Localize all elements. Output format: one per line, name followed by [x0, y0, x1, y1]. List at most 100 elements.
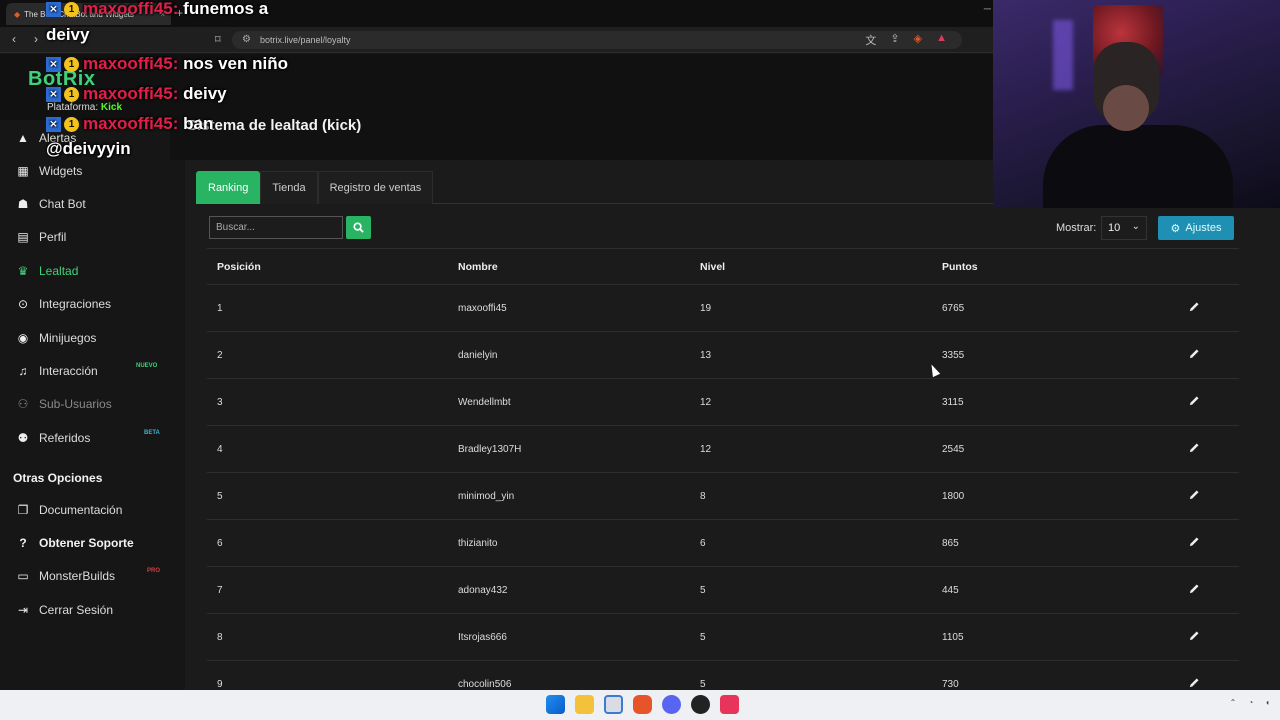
music-icon: ♫ [18, 364, 28, 378]
sidebar-item-monsterbuilds[interactable]: ▭ MonsterBuilds [16, 566, 115, 586]
site-settings-icon[interactable]: ⚙ [242, 34, 251, 45]
edit-pencil-icon[interactable] [1189, 677, 1200, 691]
window-controls: ─ [984, 4, 991, 15]
chat-username: maxooffi45: [83, 114, 179, 133]
edit-pencil-icon[interactable] [1189, 583, 1200, 597]
store-icon[interactable] [604, 695, 623, 714]
tiktok-live-icon[interactable] [720, 695, 739, 714]
column-header-nivel[interactable]: Nivel [700, 261, 725, 273]
tab-ranking[interactable]: Ranking [196, 171, 261, 204]
edit-pencil-icon[interactable] [1189, 536, 1200, 550]
file-explorer-icon[interactable] [575, 695, 594, 714]
sidebar-item-label: Lealtad [39, 264, 79, 278]
column-header-puntos[interactable]: Puntos [942, 261, 978, 273]
network-icon[interactable]: ◔ [1248, 698, 1253, 707]
level-badge-icon: 1 [64, 87, 79, 102]
settings-button[interactable]: ⚙ Ajustes [1158, 216, 1234, 240]
th-icon: ▦ [17, 164, 29, 178]
chat-text: nos ven niño [183, 54, 288, 73]
table-row: 2 danielyin 13 3355 [207, 332, 1239, 379]
volume-icon[interactable]: ◖ [1265, 698, 1270, 707]
cell-nivel: 5 [700, 631, 706, 643]
share-icon[interactable]: ⇪ [890, 32, 899, 48]
cell-nombre: Wendellmbt [458, 396, 511, 408]
search-input[interactable] [209, 216, 343, 239]
address-bar-actions: 文 ⇪ ◈ ▲ [865, 32, 947, 48]
sidebar-item-chat-bot[interactable]: ☗ Chat Bot [16, 194, 86, 214]
page-size-value: 10 [1108, 222, 1121, 234]
cell-nivel: 5 [700, 584, 706, 596]
table-row: 7 adonay432 5 445 [207, 567, 1239, 614]
table-row: 1 maxooffi45 19 6765 [207, 285, 1239, 332]
sidebar-item-label: Minijuegos [39, 331, 97, 345]
cell-posicion: 8 [217, 631, 223, 643]
sidebar-item-documentacion[interactable]: ❐ Documentación [16, 500, 123, 520]
windows-start-icon[interactable] [546, 695, 565, 714]
cell-posicion: 7 [217, 584, 223, 596]
desktop-icon: ▭ [17, 569, 29, 583]
book-icon: ❐ [17, 503, 29, 517]
beta-badge: BETA [144, 430, 160, 436]
sidebar-item-label: Interacción [39, 364, 98, 378]
discord-icon[interactable] [662, 695, 681, 714]
cell-nivel: 6 [700, 537, 706, 549]
chat-text: deivy [46, 25, 90, 44]
webcam-led-light [1053, 20, 1073, 90]
bookmark-icon[interactable]: ⌑ [215, 33, 221, 46]
back-icon[interactable]: ‹ [12, 32, 16, 46]
obs-icon[interactable] [691, 695, 710, 714]
sidebar-item-obtener-soporte[interactable]: ? Obtener Soporte [16, 533, 133, 553]
webcam-person-body [1043, 125, 1233, 208]
other-options-heading: Otras Opciones [13, 471, 103, 485]
search-button[interactable] [346, 216, 371, 239]
brave-rewards-icon[interactable]: ▲ [936, 32, 947, 48]
question-icon: ? [19, 536, 27, 550]
settings-label: Ajustes [1185, 222, 1222, 234]
edit-pencil-icon[interactable] [1189, 442, 1200, 456]
brave-shields-icon[interactable]: ◈ [914, 32, 922, 48]
sidebar-item-integraciones[interactable]: ⊙ Integraciones [16, 294, 111, 314]
cell-nivel: 5 [700, 678, 706, 690]
cell-nombre: thizianito [458, 537, 498, 549]
edit-pencil-icon[interactable] [1189, 348, 1200, 362]
tab-tienda[interactable]: Tienda [260, 171, 318, 204]
cell-nombre: Bradley1307H [458, 443, 522, 455]
sidebar-item-perfil[interactable]: ▤ Perfil [16, 227, 66, 247]
column-header-nombre[interactable]: Nombre [458, 261, 498, 273]
sidebar-item-widgets[interactable]: ▦ Widgets [16, 161, 82, 181]
cell-posicion: 9 [217, 678, 223, 690]
show-label: Mostrar: [1056, 222, 1097, 234]
taskbar-apps [546, 695, 739, 714]
kick-icon: ⨯ [46, 57, 61, 72]
translate-icon[interactable]: 文 [865, 32, 876, 48]
edit-pencil-icon[interactable] [1189, 630, 1200, 644]
level-badge-icon: 1 [64, 2, 79, 17]
edit-pencil-icon[interactable] [1189, 301, 1200, 315]
cell-nombre: maxooffi45 [458, 302, 507, 314]
forward-icon[interactable]: › [34, 32, 38, 46]
sidebar-item-sub-usuarios[interactable]: ⚇ Sub-Usuarios [16, 394, 112, 414]
chat-text: @deivyyin [46, 139, 131, 158]
sign-out-icon: ⇥ [17, 603, 29, 617]
chat-message: @deivyyin [46, 139, 131, 159]
column-header-posicion[interactable]: Posición [217, 261, 261, 273]
sidebar-item-cerrar-sesion[interactable]: ⇥ Cerrar Sesión [16, 600, 113, 620]
edit-pencil-icon[interactable] [1189, 395, 1200, 409]
kick-icon: ⨯ [46, 117, 61, 132]
cell-nombre: minimod_yin [458, 490, 515, 502]
minimize-icon[interactable]: ─ [984, 4, 991, 15]
page-size-select[interactable]: 10 ⌄ [1101, 216, 1147, 240]
edit-pencil-icon[interactable] [1189, 489, 1200, 503]
sidebar-item-minijuegos[interactable]: ◉ Minijuegos [16, 328, 97, 348]
sidebar-item-referidos[interactable]: ⚉ Referidos [16, 428, 91, 448]
table-row: 4 Bradley1307H 12 2545 [207, 426, 1239, 473]
brave-browser-icon[interactable] [633, 695, 652, 714]
sidebar-item-label: Widgets [39, 164, 83, 178]
sidebar-item-lealtad[interactable]: ♛ Lealtad [16, 261, 79, 281]
sidebar-item-interaccion[interactable]: ♫ Interacción [16, 361, 98, 381]
table-row: 8 Itsrojas666 5 1105 [207, 614, 1239, 661]
tray-chevron-icon[interactable]: ⌃ [1230, 698, 1237, 707]
tab-registro-de-ventas[interactable]: Registro de ventas [317, 171, 434, 204]
cell-puntos: 730 [942, 678, 959, 690]
url-field[interactable]: ⚙ botrix.live/panel/loyalty [232, 31, 962, 49]
